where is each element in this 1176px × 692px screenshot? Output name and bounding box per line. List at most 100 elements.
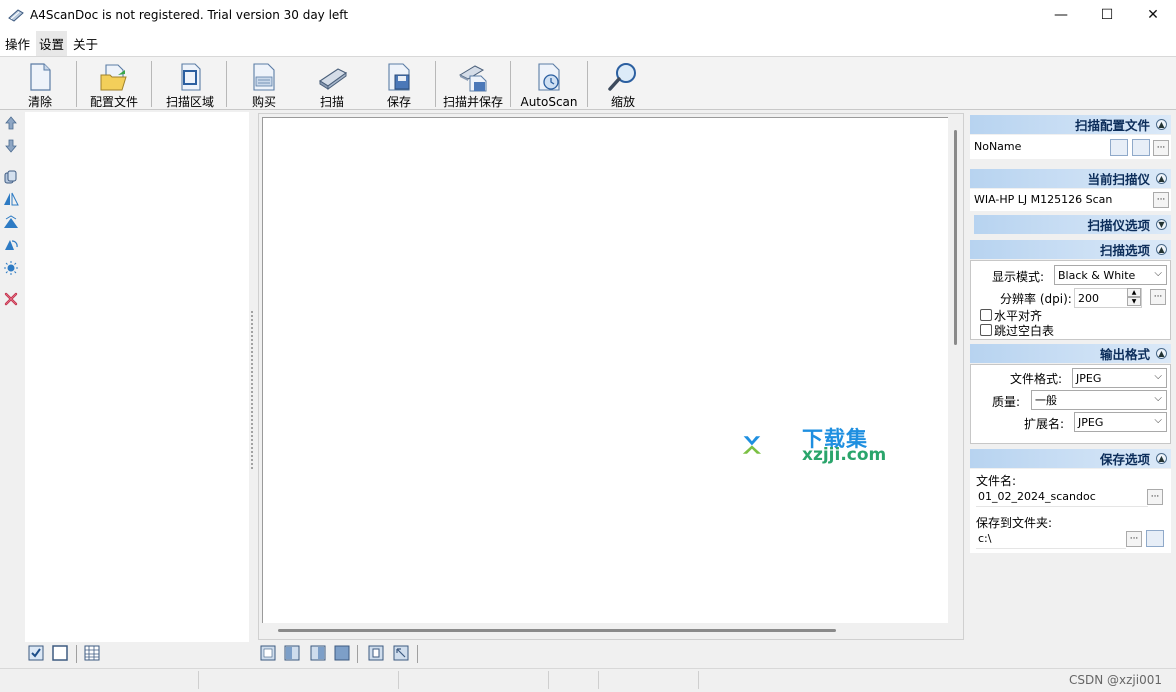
collapse-up-icon[interactable]: ▲ [1156, 453, 1167, 464]
brightness-icon[interactable] [3, 260, 19, 276]
collapse-up-icon[interactable]: ▲ [1156, 119, 1167, 130]
file-format-label: 文件格式: [1010, 372, 1063, 386]
toolbar-separator [510, 61, 511, 107]
save-options-header[interactable]: 保存选项 ▲ [970, 449, 1171, 468]
status-separator [698, 671, 699, 689]
quality-value: 一般 [1035, 394, 1057, 407]
scanner-more-button[interactable]: ··· [1153, 192, 1169, 208]
current-scanner-body: WIA-HP LJ M125126 Scan ··· [970, 189, 1171, 211]
scanner-icon [318, 68, 348, 90]
preview-page[interactable] [262, 117, 948, 623]
watermark-logo-icon [742, 436, 762, 454]
resolution-up-icon[interactable]: ▲ [1127, 288, 1141, 297]
browse-folder-icon[interactable] [1146, 530, 1164, 547]
scan-profile-title: 扫描配置文件 [1074, 118, 1150, 133]
scan-options-body: 显示模式: Black & White ⌵ 分辨率 (dpi): 200 ▲ ▼… [970, 260, 1171, 340]
open-folder-icon [100, 64, 127, 91]
resolution-more-button[interactable]: ··· [1150, 289, 1166, 305]
thumbnail-panel[interactable] [25, 112, 249, 642]
status-separator [548, 671, 549, 689]
folder-input[interactable]: c:\ [976, 529, 1126, 549]
quality-select[interactable]: 一般 ⌵ [1031, 390, 1167, 410]
buy-button[interactable]: 购买 [246, 59, 282, 109]
menu-operate[interactable]: 操作 [2, 31, 33, 56]
current-scanner-header[interactable]: 当前扫描仪 ▲ [970, 169, 1171, 188]
autoscan-button[interactable]: AutoScan [520, 59, 578, 109]
toolbar-separator [151, 61, 152, 107]
bottom-separator [357, 645, 358, 663]
file-format-select[interactable]: JPEG ⌵ [1072, 368, 1167, 388]
grid-view-icon[interactable] [84, 645, 100, 661]
horizontal-scrollbar[interactable] [278, 629, 836, 632]
fit-page-icon[interactable] [368, 645, 384, 661]
display-mode-select[interactable]: Black & White ⌵ [1054, 265, 1167, 285]
display-mode-value: Black & White [1058, 268, 1136, 282]
horizontal-align-checkbox[interactable] [980, 309, 992, 321]
view-right-icon[interactable] [310, 645, 326, 661]
toolbar-separator [226, 61, 227, 107]
skip-blank-checkbox[interactable] [980, 324, 992, 336]
open-profile-icon[interactable] [1110, 139, 1128, 156]
scan-area-label: 扫描区域 [165, 95, 214, 109]
save-profile-icon[interactable] [1132, 139, 1150, 156]
status-separator [398, 671, 399, 689]
filename-more-button[interactable]: ··· [1147, 489, 1163, 505]
scan-profile-header[interactable]: 扫描配置文件 ▲ [970, 115, 1171, 134]
menu-about[interactable]: 关于 [70, 31, 101, 56]
config-file-label: 配置文件 [89, 95, 138, 109]
autoscan-label: AutoScan [520, 95, 578, 109]
close-button[interactable]: ✕ [1130, 0, 1176, 30]
save-options-body: 文件名: 01_02_2024_scandoc ··· 保存到文件夹: c:\ … [970, 469, 1171, 553]
profile-more-button[interactable]: ··· [1153, 140, 1169, 156]
vertical-scrollbar[interactable] [954, 130, 957, 345]
scanner-options-header[interactable]: 扫描仪选项 ▼ [974, 215, 1171, 234]
copy-pages-icon[interactable] [3, 169, 19, 185]
menu-settings[interactable]: 设置 [36, 30, 68, 56]
scan-options-title: 扫描选项 [1099, 243, 1150, 258]
panel-splitter[interactable] [250, 310, 254, 470]
maximize-button[interactable]: ☐ [1084, 0, 1130, 30]
collapse-up-icon[interactable]: ▲ [1156, 348, 1167, 359]
watermark-text-en: xzjji.com [802, 445, 887, 465]
scan-options-header[interactable]: 扫描选项 ▲ [970, 240, 1171, 259]
view-full-icon[interactable] [334, 645, 350, 661]
current-scanner-title: 当前扫描仪 [1087, 172, 1150, 187]
save-options-title: 保存选项 [1099, 452, 1150, 467]
skip-blank-label: 跳过空白表 [994, 324, 1055, 338]
extension-select[interactable]: JPEG ⌵ [1074, 412, 1167, 432]
rotate-icon[interactable] [3, 237, 19, 253]
filename-input[interactable]: 01_02_2024_scandoc [976, 487, 1148, 507]
view-left-icon[interactable] [284, 645, 300, 661]
fit-width-icon[interactable] [393, 645, 409, 661]
clear-button[interactable]: 清除 [22, 59, 58, 109]
scan-button[interactable]: 扫描 [314, 59, 350, 109]
expand-down-icon[interactable]: ▼ [1156, 219, 1167, 230]
select-all-checkbox-icon[interactable] [28, 645, 44, 661]
status-separator [598, 671, 599, 689]
collapse-up-icon[interactable]: ▲ [1156, 173, 1167, 184]
folder-more-button[interactable]: ··· [1126, 531, 1142, 547]
autoscan-clock-icon [538, 63, 560, 91]
save-button[interactable]: 保存 [381, 59, 417, 109]
extension-value: JPEG [1078, 415, 1104, 429]
scan-and-save-button[interactable]: 扫描并保存 [441, 59, 505, 109]
zoom-button[interactable]: 缩放 [605, 59, 641, 109]
flip-vertical-icon[interactable] [3, 214, 19, 230]
scanner-options-title: 扫描仪选项 [1087, 218, 1150, 233]
output-format-header[interactable]: 输出格式 ▲ [970, 344, 1171, 363]
delete-icon[interactable] [3, 291, 19, 307]
scan-save-icon [458, 65, 487, 92]
scan-label: 扫描 [319, 95, 344, 109]
view-single-icon[interactable] [260, 645, 276, 661]
scan-area-button[interactable]: 扫描区域 [164, 59, 216, 109]
resolution-down-icon[interactable]: ▼ [1127, 297, 1141, 306]
config-file-button[interactable]: 配置文件 [88, 59, 140, 109]
flip-horizontal-icon[interactable] [3, 191, 19, 207]
move-up-icon[interactable] [3, 115, 19, 131]
output-format-title: 输出格式 [1099, 347, 1150, 362]
deselect-checkbox-icon[interactable] [52, 645, 68, 661]
chevron-down-icon: ⌵ [1154, 268, 1162, 279]
minimize-button[interactable]: — [1038, 0, 1084, 30]
move-down-icon[interactable] [3, 138, 19, 154]
collapse-up-icon[interactable]: ▲ [1156, 244, 1167, 255]
